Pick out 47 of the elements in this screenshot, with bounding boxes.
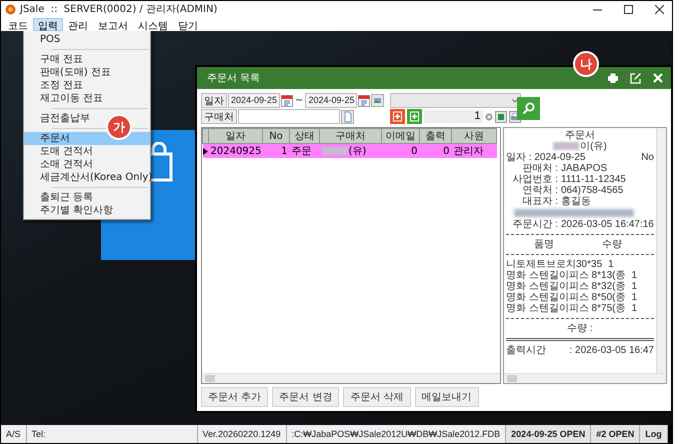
status-text: A/S — [1, 425, 27, 443]
column-header: 수량 — [602, 239, 622, 250]
table-cell: 20240925 — [210, 146, 262, 156]
item-quantity: 1 — [608, 259, 614, 270]
receipt-text: 2026-03-05 16:47:16 — [561, 219, 654, 230]
table-cell: (유) — [348, 146, 366, 157]
receipt-label: 대표자 : — [521, 196, 558, 207]
receipt-text: : 2026-03-05 16:47 — [569, 345, 654, 356]
window-title: JSale :: SERVER(0002) / 관리자(ADMIN) — [20, 3, 218, 16]
item-name: 명화 스텐길이피스 8*75(종 — [506, 303, 626, 314]
item-name: 니토제트브로치30*35 — [506, 259, 602, 270]
status-text: #2 OPEN — [591, 425, 640, 443]
receipt-text: 064)758-4565 — [561, 185, 624, 196]
receipt-text: 주문서 — [565, 130, 595, 141]
receipt-text: 이(유) — [580, 141, 607, 152]
item-quantity: 1 — [631, 303, 638, 314]
table-cell: 0 — [443, 146, 450, 156]
annotation-badge: 나 — [573, 51, 599, 77]
receipt-text: 출력시간 — [506, 345, 546, 356]
item-name: 명화 스텐길이피스 8*13(종 — [506, 270, 626, 281]
receipt-label: 사업번호 : — [511, 174, 558, 185]
receipt-label: 판매처 : — [521, 163, 558, 174]
receipt-label: 연락처 : — [521, 185, 558, 196]
receipt-text: 일자 : 2024-09-25 — [506, 152, 586, 163]
range-separator: ~ — [294, 95, 304, 106]
receipt-text: 1111-11-12345 — [561, 174, 626, 185]
table-cell: 주문 — [292, 146, 312, 157]
status-text: :C:₩JabaPOS₩JSale2012U₩DB₩JSale2012.FDB — [286, 425, 506, 443]
item-name: 명화 스텐길이피스 8*32(종 — [506, 281, 626, 292]
status-text: Tel: — [26, 425, 198, 443]
status-text: 2024-09-25 OPEN — [506, 425, 592, 443]
window-title: 주문서 목록 — [207, 72, 260, 85]
table-cell: 0 — [411, 146, 418, 156]
item-quantity: 1 — [631, 292, 638, 303]
table-cell: 1 — [281, 146, 288, 156]
receipt-text: 홍길동 — [561, 196, 591, 207]
receipt-text: No — [641, 152, 654, 163]
status-text: Ver.20260220.1249 — [198, 425, 287, 443]
receipt-text: JABAPOS — [561, 163, 608, 174]
receipt-text: 수량 : — [567, 323, 593, 334]
item-quantity: 1 — [631, 270, 638, 281]
receipt-label: 주문시간 : — [511, 219, 558, 230]
table-cell: 관리자 — [454, 146, 484, 157]
status-text: Log — [640, 425, 668, 443]
item-name: 명화 스텐길이피스 8*50(종 — [506, 292, 626, 303]
item-quantity: 1 — [631, 281, 638, 292]
column-header: 품명 — [534, 239, 554, 250]
